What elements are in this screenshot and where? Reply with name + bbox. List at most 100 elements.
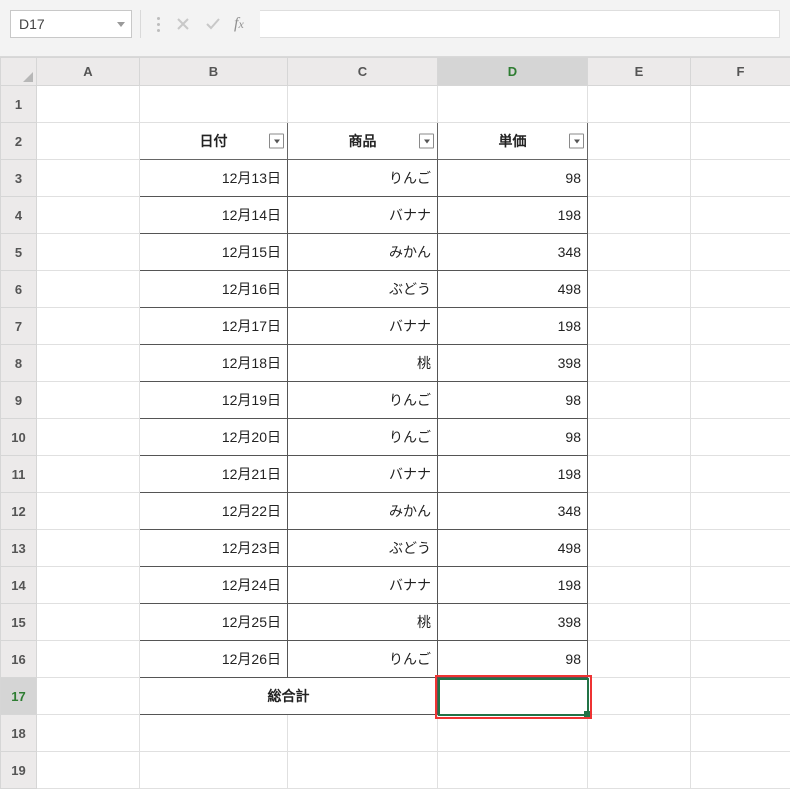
enter-button[interactable]: [198, 17, 228, 31]
cell-B1[interactable]: [140, 86, 288, 123]
cell-A4[interactable]: [37, 197, 140, 234]
cell-D11[interactable]: 198: [438, 456, 588, 493]
cell-F7[interactable]: [691, 308, 790, 345]
cell-B7[interactable]: 12月17日: [140, 308, 288, 345]
col-header-C[interactable]: C: [288, 58, 438, 86]
row-header-8[interactable]: 8: [1, 345, 37, 382]
cell-A17[interactable]: [37, 678, 140, 715]
cell-C15[interactable]: 桃: [288, 604, 438, 641]
col-header-D[interactable]: D: [438, 58, 588, 86]
cell-A13[interactable]: [37, 530, 140, 567]
cell-B6[interactable]: 12月16日: [140, 271, 288, 308]
cell-A6[interactable]: [37, 271, 140, 308]
cell-D15[interactable]: 398: [438, 604, 588, 641]
row-header-11[interactable]: 11: [1, 456, 37, 493]
row-header-4[interactable]: 4: [1, 197, 37, 234]
cell-A19[interactable]: [37, 752, 140, 789]
cell-F9[interactable]: [691, 382, 790, 419]
cell-E18[interactable]: [588, 715, 691, 752]
cell-E19[interactable]: [588, 752, 691, 789]
cell-F5[interactable]: [691, 234, 790, 271]
cell-E11[interactable]: [588, 456, 691, 493]
col-header-A[interactable]: A: [37, 58, 140, 86]
cell-D12[interactable]: 348: [438, 493, 588, 530]
cell-C2[interactable]: 商品: [288, 123, 438, 160]
row-header-10[interactable]: 10: [1, 419, 37, 456]
filter-button-product[interactable]: [419, 134, 434, 149]
col-header-B[interactable]: B: [140, 58, 288, 86]
cell-A18[interactable]: [37, 715, 140, 752]
cell-C9[interactable]: りんご: [288, 382, 438, 419]
cell-D13[interactable]: 498: [438, 530, 588, 567]
cell-C13[interactable]: ぶどう: [288, 530, 438, 567]
cell-E10[interactable]: [588, 419, 691, 456]
cell-F4[interactable]: [691, 197, 790, 234]
row-header-13[interactable]: 13: [1, 530, 37, 567]
cell-E8[interactable]: [588, 345, 691, 382]
cell-E13[interactable]: [588, 530, 691, 567]
cell-A5[interactable]: [37, 234, 140, 271]
cell-C1[interactable]: [288, 86, 438, 123]
row-header-18[interactable]: 18: [1, 715, 37, 752]
cell-B12[interactable]: 12月22日: [140, 493, 288, 530]
cell-D5[interactable]: 348: [438, 234, 588, 271]
cell-E4[interactable]: [588, 197, 691, 234]
cell-B17[interactable]: 総合計: [140, 678, 438, 715]
cell-E7[interactable]: [588, 308, 691, 345]
row-header-15[interactable]: 15: [1, 604, 37, 641]
cell-F14[interactable]: [691, 567, 790, 604]
cell-F19[interactable]: [691, 752, 790, 789]
cell-E16[interactable]: [588, 641, 691, 678]
cell-D8[interactable]: 398: [438, 345, 588, 382]
cell-A7[interactable]: [37, 308, 140, 345]
cell-B8[interactable]: 12月18日: [140, 345, 288, 382]
cell-B3[interactable]: 12月13日: [140, 160, 288, 197]
row-header-7[interactable]: 7: [1, 308, 37, 345]
cell-D4[interactable]: 198: [438, 197, 588, 234]
cell-E5[interactable]: [588, 234, 691, 271]
cell-C7[interactable]: バナナ: [288, 308, 438, 345]
cell-B13[interactable]: 12月23日: [140, 530, 288, 567]
cell-A12[interactable]: [37, 493, 140, 530]
cell-D19[interactable]: [438, 752, 588, 789]
row-header-19[interactable]: 19: [1, 752, 37, 789]
cell-D9[interactable]: 98: [438, 382, 588, 419]
row-header-17[interactable]: 17: [1, 678, 37, 715]
cell-D16[interactable]: 98: [438, 641, 588, 678]
cell-F18[interactable]: [691, 715, 790, 752]
row-header-1[interactable]: 1: [1, 86, 37, 123]
name-box[interactable]: D17: [10, 10, 132, 38]
cell-D14[interactable]: 198: [438, 567, 588, 604]
cell-F17[interactable]: [691, 678, 790, 715]
row-header-2[interactable]: 2: [1, 123, 37, 160]
cell-F16[interactable]: [691, 641, 790, 678]
cell-C12[interactable]: みかん: [288, 493, 438, 530]
col-header-E[interactable]: E: [588, 58, 691, 86]
cell-B2[interactable]: 日付: [140, 123, 288, 160]
row-header-14[interactable]: 14: [1, 567, 37, 604]
col-header-F[interactable]: F: [691, 58, 790, 86]
cell-A10[interactable]: [37, 419, 140, 456]
cell-D1[interactable]: [438, 86, 588, 123]
row-header-9[interactable]: 9: [1, 382, 37, 419]
cell-E3[interactable]: [588, 160, 691, 197]
cell-F10[interactable]: [691, 419, 790, 456]
cell-E1[interactable]: [588, 86, 691, 123]
cell-A1[interactable]: [37, 86, 140, 123]
cell-A11[interactable]: [37, 456, 140, 493]
filter-button-date[interactable]: [269, 134, 284, 149]
cell-C16[interactable]: りんご: [288, 641, 438, 678]
cell-C3[interactable]: りんご: [288, 160, 438, 197]
cell-A16[interactable]: [37, 641, 140, 678]
cell-B16[interactable]: 12月26日: [140, 641, 288, 678]
cell-E6[interactable]: [588, 271, 691, 308]
cell-A3[interactable]: [37, 160, 140, 197]
cell-D6[interactable]: 498: [438, 271, 588, 308]
cell-A9[interactable]: [37, 382, 140, 419]
cell-D17[interactable]: [438, 678, 588, 715]
cancel-button[interactable]: [168, 17, 198, 31]
cell-F13[interactable]: [691, 530, 790, 567]
cell-C18[interactable]: [288, 715, 438, 752]
select-all-corner[interactable]: [1, 58, 37, 86]
cell-E12[interactable]: [588, 493, 691, 530]
